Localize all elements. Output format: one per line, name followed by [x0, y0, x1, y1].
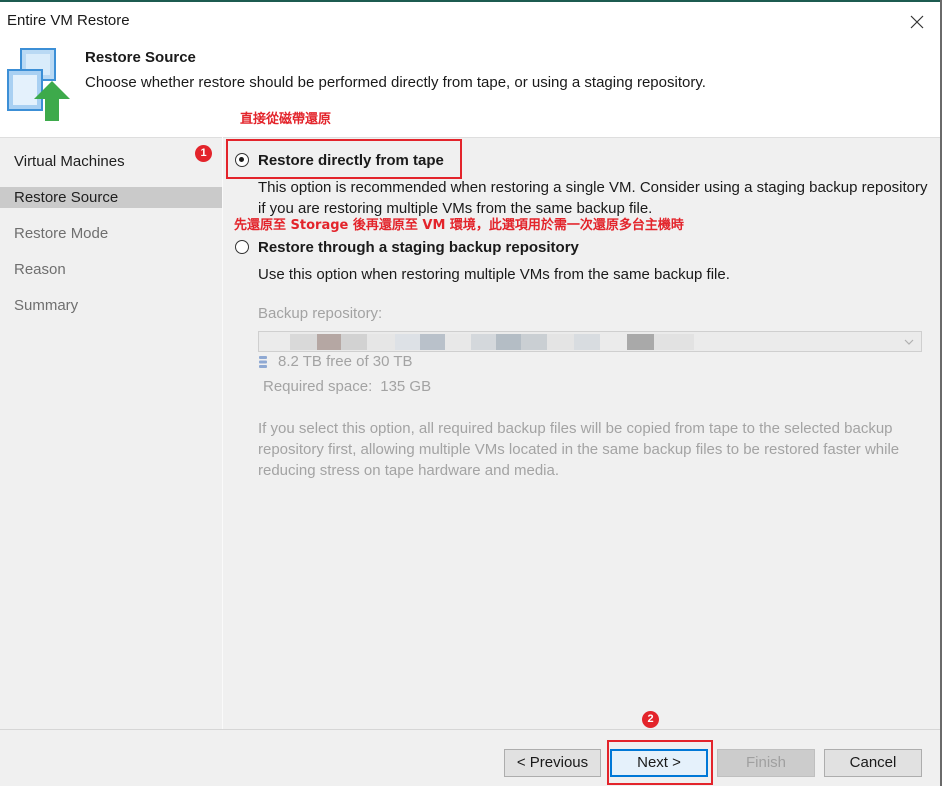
sidebar-item-reason[interactable]: Reason — [0, 259, 222, 280]
finish-button[interactable]: Finish — [717, 749, 815, 777]
previous-button[interactable]: < Previous — [504, 749, 601, 777]
sidebar-item-restore-source[interactable]: Restore Source — [0, 187, 222, 208]
redacted-block — [395, 334, 420, 350]
window-title: Entire VM Restore — [7, 12, 130, 29]
redacted-value — [290, 334, 694, 350]
annotation-highlight-next-button — [607, 740, 713, 785]
window-accent-line — [0, 0, 942, 2]
redacted-block — [420, 334, 445, 350]
backup-repository-label: Backup repository: — [258, 305, 383, 322]
annotation-note-staging: 先還原至 Storage 後再還原至 VM 環境，此選項用於需一次還原多台主機時 — [234, 218, 684, 233]
entire-vm-restore-dialog: Entire VM Restore Restore Source Choose … — [0, 0, 942, 786]
page-title: Restore Source — [85, 49, 196, 66]
annotation-badge-1: 1 — [195, 145, 212, 162]
redacted-block — [574, 334, 600, 350]
redacted-block — [627, 334, 654, 350]
chevron-down-icon — [904, 339, 914, 345]
required-space-value: 135 GB — [380, 378, 432, 395]
redacted-block — [496, 334, 521, 350]
redacted-block — [445, 334, 471, 350]
required-space-label: Required space: — [263, 378, 373, 395]
redacted-block — [471, 334, 496, 350]
staging-option-note: If you select this option, all required … — [258, 420, 900, 479]
backup-repository-select[interactable] — [258, 331, 922, 352]
annotation-highlight-tape-option — [226, 139, 462, 179]
redacted-block — [654, 334, 694, 350]
redacted-block — [547, 334, 574, 350]
annotation-note-tape: 直接從磁帶還原 — [240, 112, 332, 127]
redacted-block — [317, 334, 341, 350]
option-description-staging: Use this option when restoring multiple … — [258, 266, 730, 283]
vm-restore-icon — [7, 48, 70, 121]
option-description-tape: This option is recommended when restorin… — [258, 179, 928, 217]
radio-restore-through-staging[interactable] — [235, 240, 249, 254]
sidebar-item-virtual-machines[interactable]: Virtual Machines — [0, 151, 222, 172]
redacted-block — [341, 334, 367, 350]
database-icon — [259, 356, 267, 368]
radio-label-restore-through-staging[interactable]: Restore through a staging backup reposit… — [258, 238, 579, 258]
close-icon — [910, 15, 924, 29]
redacted-block — [290, 334, 317, 350]
page-subtitle: Choose whether restore should be perform… — [85, 74, 706, 91]
sidebar-item-restore-mode[interactable]: Restore Mode — [0, 223, 222, 244]
redacted-block — [367, 334, 395, 350]
sidebar-item-summary[interactable]: Summary — [0, 295, 222, 316]
redacted-block — [600, 334, 627, 350]
annotation-badge-2: 2 — [642, 711, 659, 728]
redacted-block — [521, 334, 547, 350]
required-space: Required space: 135 GB — [263, 377, 431, 397]
close-button[interactable] — [903, 8, 931, 36]
cancel-button[interactable]: Cancel — [824, 749, 922, 777]
repository-free-space: 8.2 TB free of 30 TB — [278, 353, 413, 370]
